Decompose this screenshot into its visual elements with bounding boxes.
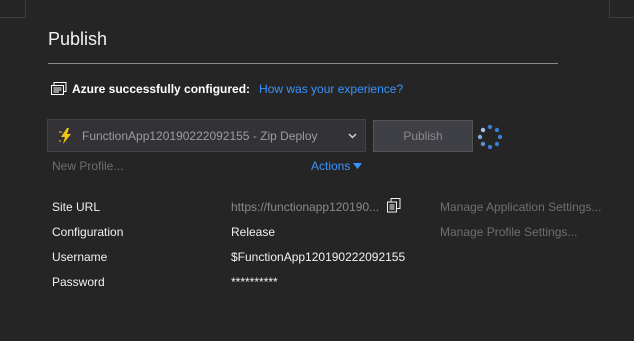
configuration-label: Configuration (52, 225, 124, 239)
copy-icon[interactable] (387, 198, 401, 213)
manage-profile-settings-link[interactable]: Manage Profile Settings... (440, 225, 577, 239)
actions-label: Actions (311, 159, 351, 173)
loading-spinner-icon (477, 124, 503, 150)
configuration-value: Release (231, 225, 276, 239)
frame-line (609, 0, 610, 18)
site-url-value[interactable]: https://functionapp120190... (231, 200, 379, 214)
page-title: Publish (48, 29, 108, 49)
profile-selected-value: FunctionApp120190222092155 - Zip Deploy (82, 128, 318, 143)
profile-dropdown[interactable]: FunctionApp120190222092155 - Zip Deploy (47, 119, 366, 152)
site-url-label: Site URL (52, 200, 101, 214)
title-divider (48, 63, 558, 64)
publish-status-icon (51, 82, 67, 95)
status-row: Azure successfully configured: How was y… (51, 81, 403, 97)
feedback-link[interactable]: How was your experience? (259, 82, 403, 96)
username-value: $FunctionApp120190222092155 (231, 250, 406, 264)
caret-down-icon (353, 163, 363, 169)
frame-line (25, 0, 26, 18)
publish-page: Publish Azure successfully configured: H… (0, 0, 634, 341)
chevron-down-icon (348, 132, 357, 139)
publish-button[interactable]: Publish (373, 120, 473, 152)
lightning-bolt-icon (59, 127, 71, 144)
publish-button-label: Publish (403, 129, 443, 143)
frame-line (610, 17, 634, 18)
frame-line (0, 17, 25, 18)
username-label: Username (52, 250, 108, 264)
new-profile-link[interactable]: New Profile... (52, 159, 123, 173)
manage-app-settings-link[interactable]: Manage Application Settings... (440, 200, 601, 214)
password-value: ********** (231, 275, 278, 289)
status-message: Azure successfully configured: (72, 82, 251, 96)
password-label: Password (52, 275, 105, 289)
actions-menu[interactable]: Actions (311, 159, 363, 173)
